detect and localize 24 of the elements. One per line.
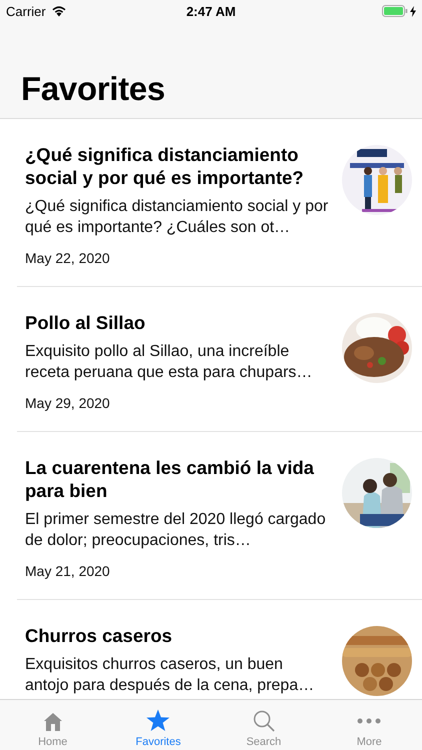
clock-time: 2:47 AM xyxy=(186,4,236,18)
article-date: May 22, 2020 xyxy=(25,250,111,266)
article-summary: Exquisito pollo al Sillao, una increíble receta peruana que esta para chupars… xyxy=(25,342,314,383)
article-summary: Exquisitos churros caseros, un buen antojo para después de la cena, prepa… xyxy=(25,655,316,696)
article-summary: El primer semestre del 2020 llegó cargado de dolor; preocupaciones, tris… xyxy=(25,510,327,551)
article-date: May 21, 2020 xyxy=(25,563,111,579)
wifi-icon xyxy=(50,5,67,17)
house-icon xyxy=(42,710,64,732)
article-title: Churros caseros xyxy=(25,624,174,647)
page-title: Favorites xyxy=(21,70,166,108)
article-summary: ¿Qué significa distanciamiento social y por qué es importante? ¿Cuáles son ot… xyxy=(25,197,330,238)
article-date: May 29, 2020 xyxy=(25,395,111,411)
carrier-label: Carrier xyxy=(6,4,46,18)
more-icon xyxy=(357,718,382,724)
battery-icon xyxy=(382,5,408,17)
article-row[interactable]: La cuarentena les cambió la vida para bien El primer semestre del 2020 llegó cargado de dolor; preocupaciones, tris… May 21, 2020 xyxy=(17,432,422,600)
article-title: La cuarentena les cambió la vida para bien xyxy=(25,456,315,502)
star-icon xyxy=(146,709,170,732)
article-row[interactable]: Pollo al Sillao Exquisito pollo al Sillao, una increíble receta peruana que esta para chupars… May 29, 2020 xyxy=(17,287,422,432)
search-icon xyxy=(252,710,275,732)
tab[interactable]: Favorites xyxy=(106,700,211,750)
article-title: Pollo al Sillao xyxy=(25,311,146,334)
article-row[interactable]: ¿Qué significa distanciamiento social y por qué es importante? ¿Qué significa distanciamiento social y por qué es importante? ¿Cuáles son ot… May 22, 2020 xyxy=(17,119,422,287)
article-title: ¿Qué significa distanciamiento social y por qué es importante? xyxy=(25,143,305,189)
